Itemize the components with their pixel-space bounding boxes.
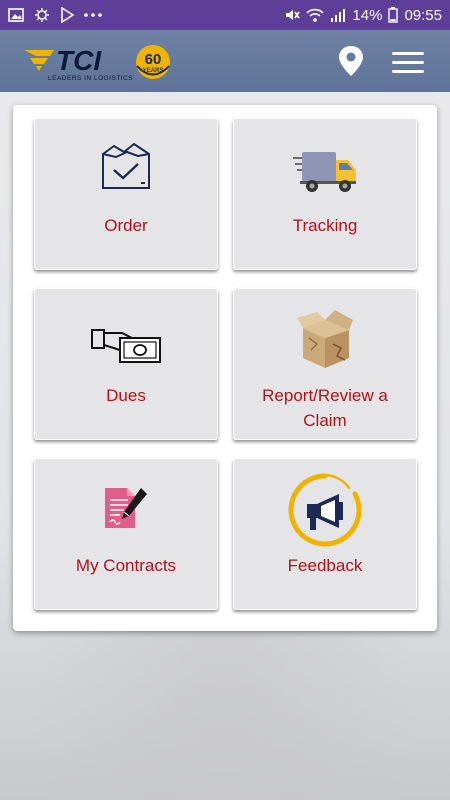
dues-label: Dues xyxy=(106,386,146,405)
sixty-years-badge: 60 YEARS xyxy=(133,43,175,88)
order-box-icon xyxy=(100,142,152,197)
svg-text:60: 60 xyxy=(145,51,162,68)
tci-logo: TCI LEADERS IN LOGISTICS xyxy=(22,44,134,89)
claim-label-line1: Report/Review a xyxy=(262,386,388,405)
dues-tile[interactable]: Dues xyxy=(34,288,218,440)
damaged-box-icon xyxy=(295,308,355,375)
mute-icon xyxy=(284,7,301,23)
battery-percent: 14% xyxy=(352,6,383,24)
svg-text:LEADERS IN LOGISTICS: LEADERS IN LOGISTICS xyxy=(48,75,133,82)
image-icon xyxy=(8,7,24,23)
order-tile[interactable]: Order xyxy=(34,118,218,270)
more-dots-icon xyxy=(83,12,103,18)
hamburger-menu-icon[interactable] xyxy=(392,52,424,79)
contracts-label: My Contracts xyxy=(75,556,177,575)
location-pin-icon[interactable] xyxy=(336,44,366,83)
battery-icon xyxy=(388,7,399,23)
feedback-tile[interactable]: Feedback xyxy=(233,458,417,610)
signal-icon xyxy=(330,7,346,23)
play-store-icon xyxy=(60,7,74,23)
wifi-icon xyxy=(306,7,325,23)
status-bar: 14% 09:55 xyxy=(0,0,450,30)
order-label: Order xyxy=(104,216,148,235)
contracts-tile[interactable]: My Contracts xyxy=(34,458,218,610)
app-header: TCI LEADERS IN LOGISTICS 60 YEARS xyxy=(0,30,450,92)
money-hand-icon xyxy=(90,326,162,371)
menu-panel: Order Tracking Dues Report/Review a Clai… xyxy=(13,105,437,631)
contract-pen-icon xyxy=(103,486,149,535)
delivery-truck-icon xyxy=(292,146,358,201)
svg-text:TCI: TCI xyxy=(56,45,102,76)
megaphone-icon xyxy=(287,472,363,553)
sync-icon xyxy=(33,7,51,23)
tracking-label: Tracking xyxy=(292,216,358,235)
clock: 09:55 xyxy=(404,6,442,24)
feedback-label: Feedback xyxy=(287,556,363,575)
svg-text:YEARS: YEARS xyxy=(143,68,164,74)
claim-tile[interactable]: Report/Review a Claim xyxy=(233,288,417,440)
tracking-tile[interactable]: Tracking xyxy=(233,118,417,270)
claim-label-line2: Claim xyxy=(303,411,347,430)
